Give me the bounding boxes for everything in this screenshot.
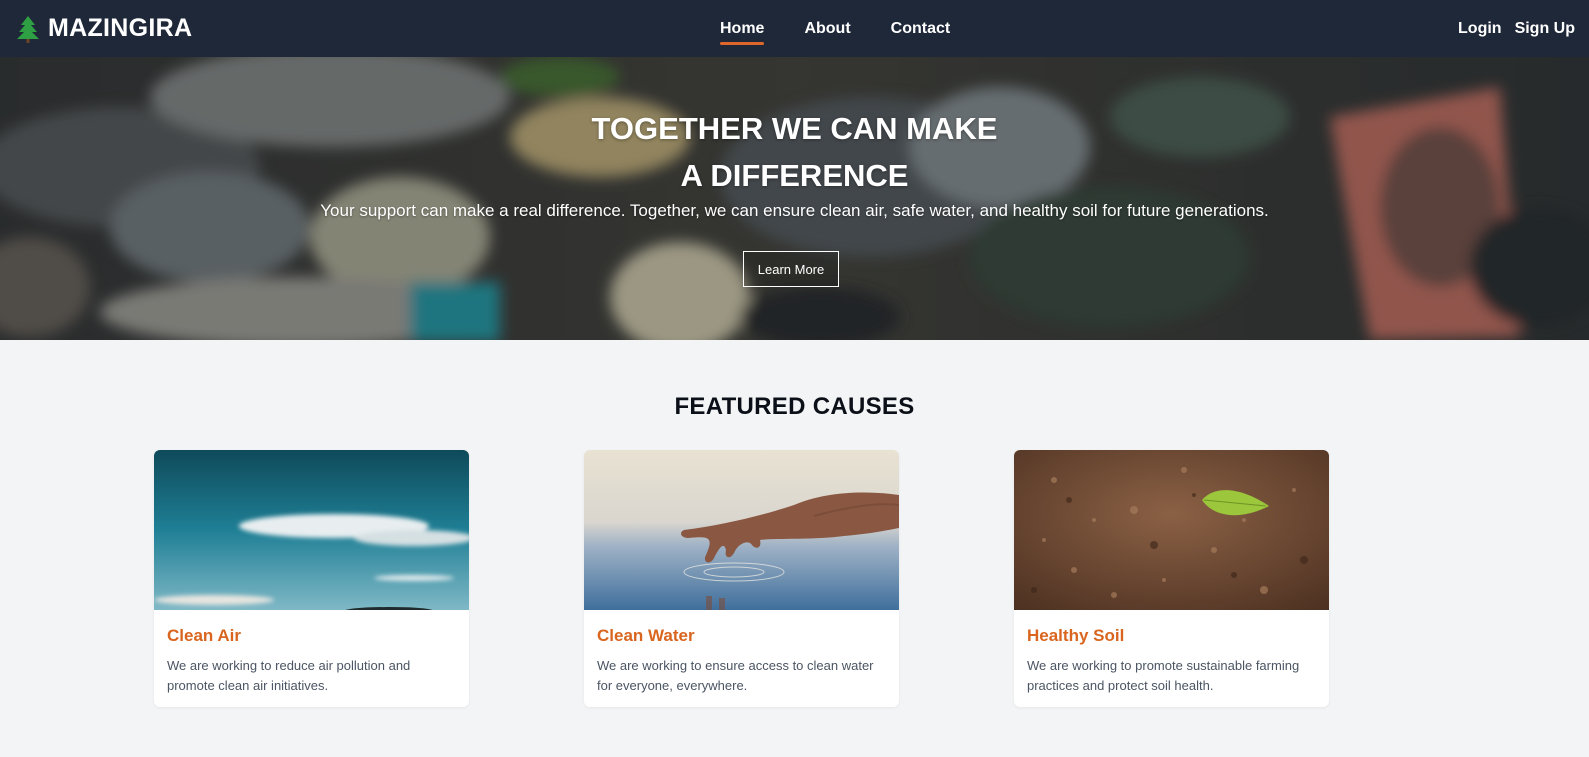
card-title: Healthy Soil [1027,626,1125,645]
card-title: Clean Water [597,626,695,645]
signup-link[interactable]: Sign Up [1515,20,1575,38]
hand-water-image [584,450,899,610]
nav-home-link[interactable]: Home [720,20,765,45]
tree-icon [17,15,39,43]
cause-card-clean-air[interactable]: Clean Air We are working to reduce air p… [154,450,469,707]
card-description: We are working to reduce air pollution a… [167,658,411,693]
brand-name: MAZINGIRA [48,14,193,42]
hero-title-line-1: TOGETHER WE CAN MAKE [591,111,998,146]
hero-section: TOGETHER WE CAN MAKE A DIFFERENCE Your s… [0,57,1589,340]
card-title: Clean Air [167,626,242,645]
soil-leaf-image [1014,450,1329,610]
cause-card-healthy-soil[interactable]: Healthy Soil We are working to promote s… [1014,450,1329,707]
auth-links: Login Sign Up [1458,0,1575,57]
cause-card-clean-water[interactable]: Clean Water We are working to ensure acc… [584,450,899,707]
learn-more-button[interactable]: Learn More [743,251,839,287]
main-nav: Home About Contact [720,0,950,57]
navbar: MAZINGIRA Home About Contact Login Sign … [0,0,1589,57]
hero-title-line-2: A DIFFERENCE [680,158,909,193]
login-link[interactable]: Login [1458,20,1502,38]
hero-title: TOGETHER WE CAN MAKE A DIFFERENCE [0,105,1589,199]
card-description: We are working to ensure access to clean… [597,658,874,693]
nav-contact-link[interactable]: Contact [891,20,951,38]
sky-clouds-image [154,450,469,610]
card-description: We are working to promote sustainable fa… [1027,658,1300,693]
featured-causes-title: FEATURED CAUSES [674,393,915,420]
hero-subtitle: Your support can make a real difference.… [320,201,1269,220]
nav-about-link[interactable]: About [804,20,850,38]
brand-logo[interactable]: MAZINGIRA [16,0,192,57]
